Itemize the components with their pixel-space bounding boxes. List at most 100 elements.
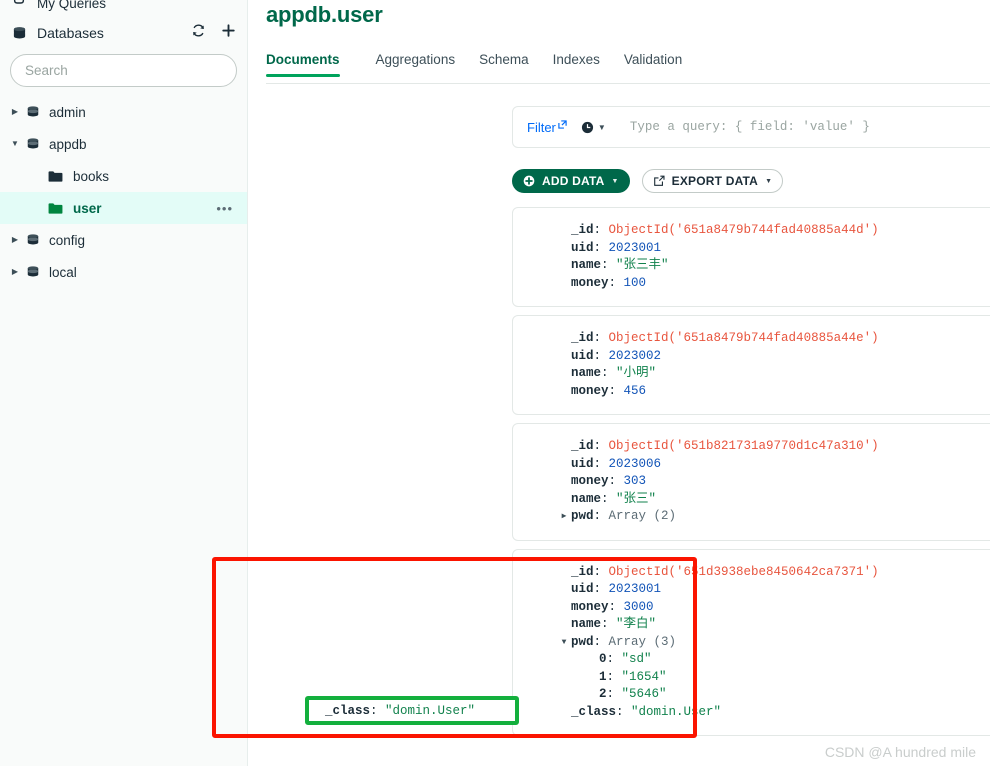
sidebar: My Queries Databases Search ▶ admin ▼ ap… (0, 0, 248, 766)
document-field[interactable]: name: "张三" (513, 491, 990, 509)
field-key: money (571, 383, 609, 398)
document-field[interactable]: uid: 2023001 (513, 581, 990, 599)
document-field[interactable]: _id: ObjectId('651d3938ebe8450642ca7371'… (513, 564, 990, 582)
document-field[interactable]: name: "小明" (513, 365, 990, 383)
document-card[interactable]: _id: ObjectId('651d3938ebe8450642ca7371'… (512, 548, 990, 736)
plus-icon[interactable] (219, 21, 237, 39)
external-link-icon[interactable] (558, 119, 567, 131)
field-key: name (571, 366, 602, 380)
collection-menu-icon[interactable]: ••• (216, 202, 233, 215)
document-field[interactable]: money: 100 (513, 275, 990, 293)
document-field[interactable]: _class: "domin.User" (513, 704, 990, 722)
collection-tabs: Documents Aggregations Schema Indexes Va… (266, 52, 990, 84)
chevron-down-icon[interactable]: ▼ (765, 178, 772, 185)
sidebar-item-appdb[interactable]: ▼ appdb (0, 128, 247, 160)
sidebar-item-label: appdb (49, 136, 87, 152)
document-field[interactable]: _id: ObjectId('651b821731a9770d1c47a310'… (513, 438, 990, 456)
field-key: money (571, 599, 609, 614)
sidebar-item-label: user (73, 200, 102, 216)
search-input[interactable] (10, 54, 237, 87)
document-field[interactable]: ▶ pwd: Array (2) (513, 508, 990, 526)
field-value: "1654" (621, 669, 667, 684)
document-toolbar: ADD DATA ▼ EXPORT DATA ▼ (512, 169, 784, 193)
chevron-down-icon[interactable]: ▼ (8, 140, 22, 148)
document-field[interactable]: uid: 2023006 (513, 456, 990, 474)
sidebar-item-local[interactable]: ▶ local (0, 256, 247, 288)
document-array-item[interactable]: 1: "1654" (513, 669, 990, 687)
query-bar: Filter ▼ (512, 106, 990, 148)
field-key: name (571, 491, 602, 506)
document-field[interactable]: _id: ObjectId('651a8479b744fad40885a44d'… (513, 222, 990, 240)
field-key: uid (571, 240, 594, 255)
document-field[interactable]: uid: 2023002 (513, 348, 990, 366)
field-value: 2023001 (608, 240, 662, 255)
field-key: _class (571, 704, 617, 719)
sidebar-item-label: config (49, 232, 86, 248)
field-key: money (571, 275, 609, 290)
tab-indexes[interactable]: Indexes (541, 52, 612, 77)
chevron-right-icon[interactable]: ▶ (8, 268, 22, 276)
document-field[interactable]: _id: ObjectId('651a8479b744fad40885a44e'… (513, 330, 990, 348)
green-box-content: _class: "domin.User" (325, 703, 476, 718)
document-card[interactable]: _id: ObjectId('651a8479b744fad40885a44e'… (512, 315, 990, 415)
add-data-button[interactable]: ADD DATA ▼ (512, 169, 630, 193)
document-field[interactable]: uid: 2023001 (513, 240, 990, 258)
document-field[interactable]: money: 456 (513, 383, 990, 401)
sidebar-item-user[interactable]: user ••• (0, 192, 247, 224)
chevron-right-icon[interactable]: ▶ (8, 236, 22, 244)
watermark: CSDN @A hundred mile (824, 744, 976, 760)
document-field[interactable]: ▼ pwd: Array (3) (513, 634, 990, 652)
field-key: money (571, 474, 609, 488)
export-data-button[interactable]: EXPORT DATA ▼ (641, 169, 784, 193)
sidebar-item-label: local (49, 264, 77, 280)
query-history-button[interactable]: ▼ (581, 121, 606, 134)
filter-label: Filter (527, 119, 556, 135)
document-array-item[interactable]: 0: "sd" (513, 651, 990, 669)
field-key: pwd (571, 634, 594, 649)
chevron-down-icon[interactable]: ▼ (557, 638, 571, 647)
document-array-item[interactable]: 2: "5646" (513, 686, 990, 704)
refresh-icon[interactable] (189, 21, 207, 39)
sidebar-item-books[interactable]: books (0, 160, 247, 192)
chevron-down-icon[interactable]: ▼ (611, 178, 618, 185)
sidebar-item-my-queries[interactable]: My Queries (0, 0, 247, 16)
export-icon (653, 175, 665, 187)
chevron-down-icon[interactable]: ▼ (598, 123, 606, 132)
sidebar-item-label: admin (49, 104, 86, 120)
document-field[interactable]: money: 303 (513, 473, 990, 491)
tab-aggregations[interactable]: Aggregations (364, 52, 468, 77)
field-key: 1 (599, 669, 607, 684)
main-panel: appdb.user Documents Aggregations Schema… (248, 0, 990, 766)
field-value: "张三丰" (616, 258, 669, 272)
document-card[interactable]: _id: ObjectId('651a8479b744fad40885a44d'… (512, 207, 990, 307)
sidebar-item-admin[interactable]: ▶ admin (0, 96, 247, 128)
database-icon (26, 265, 40, 279)
document-card[interactable]: _id: ObjectId('651b821731a9770d1c47a310'… (512, 423, 990, 541)
field-key: uid (571, 456, 594, 471)
export-data-label: EXPORT DATA (671, 174, 759, 188)
tab-schema[interactable]: Schema (467, 52, 541, 77)
tab-divider (266, 83, 990, 84)
document-field[interactable]: name: "张三丰" (513, 257, 990, 275)
tab-documents[interactable]: Documents (266, 52, 352, 77)
chevron-right-icon[interactable]: ▶ (557, 513, 571, 521)
add-data-label: ADD DATA (542, 174, 605, 188)
field-key: _id (571, 331, 594, 345)
query-input[interactable] (629, 120, 990, 134)
database-icon (26, 233, 40, 247)
field-value: "李白" (616, 617, 657, 631)
document-field[interactable]: money: 3000 (513, 599, 990, 617)
field-value: ObjectId('651d3938ebe8450642ca7371') (608, 564, 879, 579)
database-icon (12, 26, 27, 41)
field-key: _id (571, 564, 594, 579)
sidebar-item-config[interactable]: ▶ config (0, 224, 247, 256)
field-value: "domin.User" (631, 704, 722, 719)
field-key: name (571, 617, 602, 631)
folder-icon (48, 202, 63, 215)
document-list: _id: ObjectId('651a8479b744fad40885a44d'… (512, 207, 990, 744)
tab-validation[interactable]: Validation (612, 52, 694, 77)
document-field[interactable]: name: "李白" (513, 616, 990, 634)
field-value: 456 (623, 383, 647, 398)
chevron-right-icon[interactable]: ▶ (8, 108, 22, 116)
filter-link[interactable]: Filter (527, 120, 567, 135)
